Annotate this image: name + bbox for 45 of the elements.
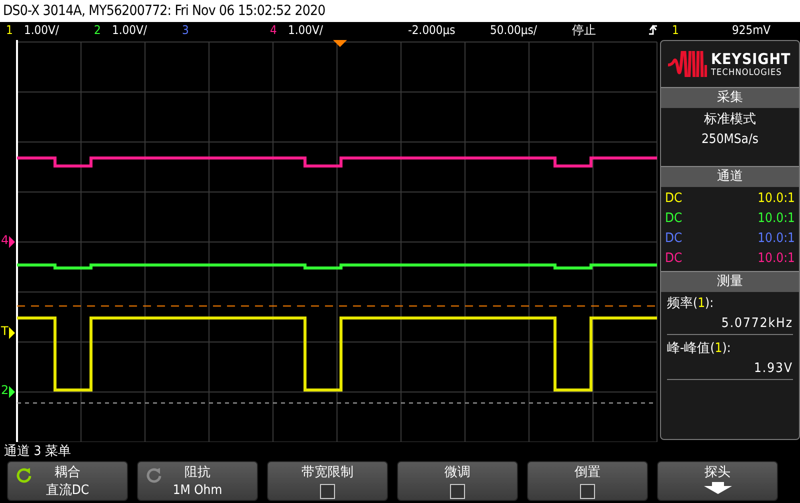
checkbox[interactable]: [450, 484, 465, 499]
softkey[interactable]: 带宽限制: [267, 461, 388, 501]
channel-number[interactable]: 3: [182, 23, 200, 37]
logo-name: KEYSIGHT: [711, 50, 791, 68]
measurement-value: 5.0772kHz: [720, 315, 793, 333]
probe-ratio: 10.0:1: [758, 230, 795, 248]
channel-number[interactable]: 1: [6, 23, 24, 37]
softkey[interactable]: 微调: [397, 461, 518, 501]
softkey[interactable]: 耦合 直流DC: [7, 461, 128, 501]
channel-coupling: DC: [665, 250, 682, 268]
channel-scale: 1.00V/: [112, 23, 148, 37]
menu-title: 通道 3 菜单: [4, 444, 71, 459]
delay-value: -2.000µs: [408, 23, 456, 37]
checkbox[interactable]: [320, 484, 335, 499]
measurement-value: 1.93V: [752, 360, 793, 378]
down-arrow-icon: [702, 482, 732, 494]
channel-scale: 1.00V/: [288, 23, 324, 37]
channel-coupling: DC: [665, 210, 682, 228]
wave-logo-icon: [667, 51, 707, 77]
run-state: 停止: [572, 22, 597, 38]
section-header: 采集: [661, 87, 799, 108]
probe-ratio: 10.0:1: [758, 250, 795, 268]
channel-number[interactable]: 2: [94, 23, 112, 37]
softkey[interactable]: 倒置: [527, 461, 648, 501]
trigger-channel: 1: [672, 23, 680, 37]
trigger-level: 925mV: [732, 23, 771, 37]
logo-subtitle: TECHNOLOGIES: [711, 68, 783, 78]
timebase-value: 50.00µs/: [490, 23, 538, 37]
measurement-label: 峰-峰值(1):: [667, 340, 732, 358]
channel-scale: 1.00V/: [24, 23, 60, 37]
measurement-label: 频率(1):: [667, 295, 715, 313]
rising-edge-icon: [648, 24, 658, 36]
probe-ratio: 10.0:1: [758, 210, 795, 228]
channel-coupling: DC: [665, 230, 682, 248]
channel-coupling: DC: [665, 190, 682, 208]
checkbox[interactable]: [580, 484, 595, 499]
section-header: 通道: [661, 166, 799, 187]
sample-rate: 250MSa/s: [700, 131, 760, 149]
probe-ratio: 10.0:1: [758, 190, 795, 208]
acquisition-mode: 标准模式: [703, 111, 757, 129]
section-header: 测量: [661, 271, 799, 292]
channel-number[interactable]: 4: [270, 23, 288, 37]
trigger-position-icon[interactable]: [333, 40, 347, 47]
window-title: DS0-X 3014A, MY56200772: Fri Nov 06 15:02:52 2020: [0, 0, 800, 22]
softkey[interactable]: 探头: [657, 461, 778, 501]
